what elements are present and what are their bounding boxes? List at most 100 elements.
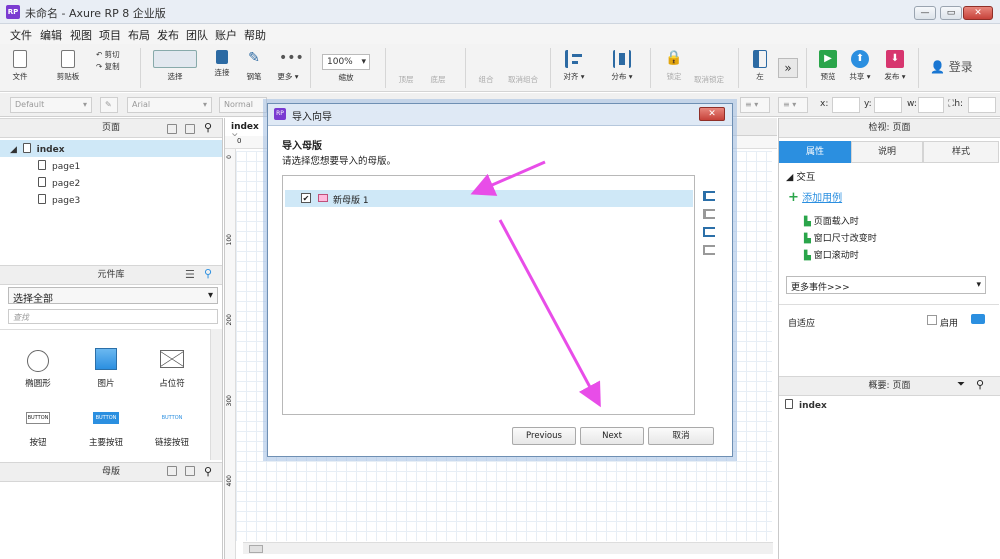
w-input[interactable] bbox=[918, 97, 944, 113]
menu-project[interactable]: 项目 bbox=[99, 27, 121, 43]
send-to-bottom-button[interactable]: 底层 bbox=[424, 74, 452, 85]
interactions-section[interactable]: ◢ 交互 bbox=[786, 169, 815, 183]
button-widget-icon[interactable]: BUTTON bbox=[26, 412, 50, 424]
placeholder-icon[interactable] bbox=[160, 350, 184, 368]
tab-properties[interactable]: 属性 bbox=[779, 141, 851, 163]
add-page-icon[interactable] bbox=[167, 124, 177, 134]
previous-button[interactable]: Previous bbox=[512, 427, 576, 445]
search-library-icon[interactable]: ⚲ bbox=[204, 267, 212, 280]
cancel-button[interactable]: 取消 bbox=[648, 427, 714, 445]
ellipse-icon[interactable] bbox=[27, 350, 49, 372]
horizontal-scrollbar[interactable] bbox=[243, 542, 773, 554]
share-button[interactable]: ⬆ 共享 ▾ bbox=[847, 50, 873, 82]
file-button[interactable]: 文件 bbox=[8, 50, 32, 82]
align-button[interactable]: 对齐 ▾ bbox=[560, 50, 588, 82]
more-panels-button[interactable]: » bbox=[778, 58, 798, 78]
library-panel: 元件库 ☰ ⚲ 选择全部 ▾ 查找 椭圆形 图片 占位符 BUTTON 按钮 BU… bbox=[0, 265, 223, 462]
page-item-index[interactable]: ◢ index bbox=[0, 140, 222, 157]
font-weight-select[interactable]: Normal bbox=[219, 97, 267, 113]
event-page-load[interactable]: ▙ 页面载入时 bbox=[804, 214, 859, 227]
primary-button-widget-icon[interactable]: BUTTON bbox=[93, 412, 119, 424]
menu-layout[interactable]: 布局 bbox=[128, 27, 150, 43]
list-item[interactable]: ✔ 新母版 1 bbox=[285, 190, 693, 207]
event-window-scroll[interactable]: ▙ 窗口滚动时 bbox=[804, 248, 859, 261]
lock-icon: 🔒 bbox=[665, 50, 683, 66]
tab-index[interactable]: index ✕ bbox=[225, 118, 269, 142]
library-search-input[interactable]: 查找 bbox=[8, 309, 218, 324]
select-tool[interactable]: 选择 bbox=[150, 50, 200, 82]
maximize-button[interactable]: ▭ bbox=[940, 6, 962, 20]
library-select[interactable]: 选择全部 ▾ bbox=[8, 287, 218, 305]
y-label: y: bbox=[864, 99, 872, 109]
font-select[interactable]: Arial ▾ bbox=[127, 97, 212, 113]
minimize-button[interactable]: — bbox=[914, 6, 936, 20]
page-item-page1[interactable]: page1 bbox=[38, 160, 80, 172]
adaptive-settings-icon[interactable] bbox=[971, 314, 985, 324]
copy-button[interactable]: ↷ 复制 bbox=[96, 61, 128, 73]
image-icon[interactable] bbox=[95, 348, 117, 370]
x-input[interactable] bbox=[832, 97, 860, 113]
dialog-close-button[interactable]: ✕ bbox=[699, 107, 725, 121]
line-style-select[interactable]: ≡ ▾ bbox=[740, 97, 770, 113]
app-icon: RP bbox=[6, 5, 20, 19]
inspector-header: 检视: 页面 bbox=[779, 118, 1000, 138]
style-button[interactable]: ✎ bbox=[100, 97, 118, 113]
preview-button[interactable]: ▶ 预览 bbox=[815, 50, 841, 82]
tab-notes[interactable]: 说明 bbox=[851, 141, 923, 163]
group-button[interactable]: 组合 bbox=[472, 74, 500, 85]
style-select[interactable]: Default ▾ bbox=[10, 97, 92, 113]
add-case-link[interactable]: + 添加用例 bbox=[788, 189, 842, 205]
menu-edit[interactable]: 编辑 bbox=[40, 27, 62, 43]
event-window-resize[interactable]: ▙ 窗口尺寸改变时 bbox=[804, 231, 877, 244]
search-pages-icon[interactable]: ⚲ bbox=[204, 121, 212, 134]
widget-label: 链接按钮 bbox=[154, 438, 189, 448]
menu-help[interactable]: 帮助 bbox=[244, 27, 266, 43]
add-master-folder-icon[interactable] bbox=[185, 466, 195, 476]
arrow-style-select[interactable]: ≡ ▾ bbox=[778, 97, 808, 113]
ungroup-button[interactable]: 取消组合 bbox=[503, 74, 543, 85]
scroll-thumb[interactable] bbox=[249, 545, 263, 553]
tab-style[interactable]: 样式 bbox=[923, 141, 999, 163]
page-item-page3[interactable]: page3 bbox=[38, 194, 80, 206]
zoom-select[interactable]: 100% ▾ bbox=[322, 54, 370, 70]
more-events-select[interactable]: 更多事件>>> ▾ bbox=[786, 276, 986, 294]
bring-to-top-button[interactable]: 顶层 bbox=[392, 74, 420, 85]
add-folder-icon[interactable] bbox=[185, 124, 195, 134]
add-master-icon[interactable] bbox=[167, 466, 177, 476]
cut-button[interactable]: ↶ 剪切 bbox=[96, 49, 128, 61]
zoom-control[interactable]: 100% ▾ 缩放 bbox=[322, 54, 370, 83]
next-button[interactable]: Next bbox=[580, 427, 644, 445]
lock-button[interactable]: 🔒 锁定 bbox=[660, 50, 688, 82]
outline-item-index[interactable]: index bbox=[785, 399, 827, 411]
menu-team[interactable]: 团队 bbox=[186, 27, 208, 43]
h-input[interactable] bbox=[968, 97, 996, 113]
pen-tool[interactable]: ✎ 钢笔 bbox=[240, 50, 268, 82]
menu-account[interactable]: 账户 bbox=[215, 27, 237, 43]
search-outline-icon[interactable]: ⚲ bbox=[976, 378, 984, 391]
link-button-widget-icon[interactable]: BUTTON bbox=[159, 412, 185, 424]
y-input[interactable] bbox=[874, 97, 902, 113]
menu-file[interactable]: 文件 bbox=[10, 27, 32, 43]
connect-tool[interactable]: 连接 bbox=[208, 50, 236, 78]
paste-button[interactable]: 剪贴板 bbox=[48, 50, 88, 82]
filter-icon[interactable]: ⏷ bbox=[957, 379, 965, 390]
library-scrollbar[interactable] bbox=[210, 329, 222, 460]
menu-icon[interactable]: ☰ bbox=[185, 268, 195, 281]
page-item-page2[interactable]: page2 bbox=[38, 177, 80, 189]
check-all-icon[interactable] bbox=[703, 191, 715, 201]
login-button[interactable]: 👤 登录 bbox=[930, 58, 976, 75]
left-panel-toggle[interactable]: 左 bbox=[748, 50, 772, 82]
enable-checkbox[interactable] bbox=[927, 315, 937, 325]
close-window-button[interactable]: ✕ bbox=[963, 6, 993, 20]
menu-view[interactable]: 视图 bbox=[70, 27, 92, 43]
collapse-all-icon[interactable] bbox=[703, 245, 715, 255]
unlock-button[interactable]: 取消锁定 bbox=[690, 74, 728, 85]
expand-all-icon[interactable] bbox=[703, 227, 715, 237]
uncheck-all-icon[interactable] bbox=[703, 209, 715, 219]
master-checkbox[interactable]: ✔ bbox=[301, 193, 311, 203]
distribute-button[interactable]: 分布 ▾ bbox=[608, 50, 636, 82]
more-tools[interactable]: ••• 更多 ▾ bbox=[272, 50, 304, 82]
menu-publish[interactable]: 发布 bbox=[157, 27, 179, 43]
publish-button[interactable]: ⬇ 发布 ▾ bbox=[880, 50, 910, 82]
search-masters-icon[interactable]: ⚲ bbox=[204, 465, 212, 478]
